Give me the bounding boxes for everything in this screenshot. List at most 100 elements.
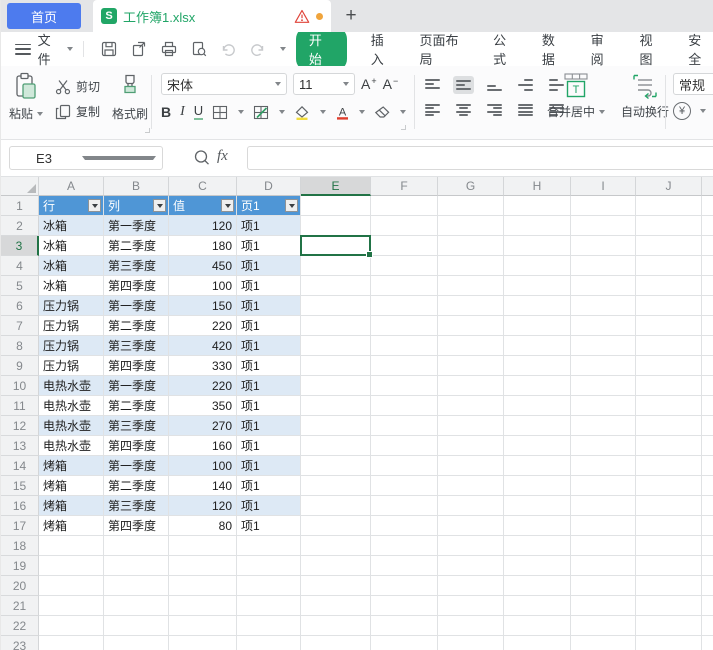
cell-G6[interactable] xyxy=(438,296,504,316)
hamburger-menu-icon[interactable] xyxy=(15,43,31,55)
cell-J16[interactable] xyxy=(636,496,702,516)
cell-H8[interactable] xyxy=(504,336,571,356)
cell-A12[interactable]: 电热水壶 xyxy=(39,416,104,436)
cell-E5[interactable] xyxy=(301,276,371,296)
cell-G3[interactable] xyxy=(438,236,504,256)
cell-H20[interactable] xyxy=(504,576,571,596)
cell-D17[interactable]: 项1 xyxy=(237,516,301,536)
row-header-11[interactable]: 11 xyxy=(1,396,39,416)
cell-E13[interactable] xyxy=(301,436,371,456)
paste-button[interactable]: 粘贴 xyxy=(9,72,44,122)
cell-I23[interactable] xyxy=(571,636,636,650)
magnifier-icon[interactable] xyxy=(193,149,211,167)
cell-E9[interactable] xyxy=(301,356,371,376)
formula-input[interactable] xyxy=(247,146,713,170)
filter-button-行[interactable] xyxy=(88,199,101,212)
cell-B21[interactable] xyxy=(104,596,169,616)
cell-B8[interactable]: 第三季度 xyxy=(104,336,169,356)
cell-I6[interactable] xyxy=(571,296,636,316)
column-header-I[interactable]: I xyxy=(571,177,636,196)
font-name-select[interactable]: 宋体 xyxy=(161,73,287,95)
cell-J15[interactable] xyxy=(636,476,702,496)
cell-B22[interactable] xyxy=(104,616,169,636)
cell-J11[interactable] xyxy=(636,396,702,416)
cell-G13[interactable] xyxy=(438,436,504,456)
cell-C9[interactable]: 330 xyxy=(169,356,237,376)
cell-E8[interactable] xyxy=(301,336,371,356)
cell-A22[interactable] xyxy=(39,616,104,636)
document-tab[interactable]: S 工作簿1.xlsx xyxy=(93,0,331,32)
quick-access-chevron-down-icon[interactable] xyxy=(279,47,286,51)
cell-F15[interactable] xyxy=(371,476,438,496)
row-header-6[interactable]: 6 xyxy=(1,296,39,316)
row-header-16[interactable]: 16 xyxy=(1,496,39,516)
number-format-select[interactable]: 常规 xyxy=(673,73,713,95)
cell-C7[interactable]: 220 xyxy=(169,316,237,336)
cell-C20[interactable] xyxy=(169,576,237,596)
row-header-20[interactable]: 20 xyxy=(1,576,39,596)
cell-F9[interactable] xyxy=(371,356,438,376)
cell-A13[interactable]: 电热水壶 xyxy=(39,436,104,456)
cell-J6[interactable] xyxy=(636,296,702,316)
cell-D1[interactable]: 页1 xyxy=(237,196,301,216)
cell-A6[interactable]: 压力锅 xyxy=(39,296,104,316)
redo-button[interactable] xyxy=(249,42,266,57)
save-button[interactable] xyxy=(100,40,118,58)
cell-D5[interactable]: 项1 xyxy=(237,276,301,296)
cell-I20[interactable] xyxy=(571,576,636,596)
cell-I3[interactable] xyxy=(571,236,636,256)
cell-D12[interactable]: 项1 xyxy=(237,416,301,436)
cell-G20[interactable] xyxy=(438,576,504,596)
cell-C3[interactable]: 180 xyxy=(169,236,237,256)
cell-F8[interactable] xyxy=(371,336,438,356)
row-header-8[interactable]: 8 xyxy=(1,336,39,356)
cell-J7[interactable] xyxy=(636,316,702,336)
cell-A7[interactable]: 压力锅 xyxy=(39,316,104,336)
cell-J14[interactable] xyxy=(636,456,702,476)
cell-J21[interactable] xyxy=(636,596,702,616)
cell-J23[interactable] xyxy=(636,636,702,650)
column-header-F[interactable]: F xyxy=(371,177,438,196)
cell-A21[interactable] xyxy=(39,596,104,616)
cell-I8[interactable] xyxy=(571,336,636,356)
cell-B3[interactable]: 第二季度 xyxy=(104,236,169,256)
cell-C19[interactable] xyxy=(169,556,237,576)
cell-D23[interactable] xyxy=(237,636,301,650)
cell-H22[interactable] xyxy=(504,616,571,636)
cell-I7[interactable] xyxy=(571,316,636,336)
cell-F3[interactable] xyxy=(371,236,438,256)
row-header-1[interactable]: 1 xyxy=(1,196,39,216)
cell-C21[interactable] xyxy=(169,596,237,616)
currency-format-button[interactable]: ¥ xyxy=(673,102,713,120)
column-header-J[interactable]: J xyxy=(636,177,702,196)
cell-B15[interactable]: 第二季度 xyxy=(104,476,169,496)
cell-D10[interactable]: 项1 xyxy=(237,376,301,396)
select-all-corner[interactable] xyxy=(1,177,39,196)
cell-A19[interactable] xyxy=(39,556,104,576)
cell-F11[interactable] xyxy=(371,396,438,416)
cell-J19[interactable] xyxy=(636,556,702,576)
cell-B18[interactable] xyxy=(104,536,169,556)
cell-B19[interactable] xyxy=(104,556,169,576)
cell-D21[interactable] xyxy=(237,596,301,616)
cell-H9[interactable] xyxy=(504,356,571,376)
cell-J18[interactable] xyxy=(636,536,702,556)
row-header-12[interactable]: 12 xyxy=(1,416,39,436)
cell-D20[interactable] xyxy=(237,576,301,596)
row-header-21[interactable]: 21 xyxy=(1,596,39,616)
clear-format-button[interactable] xyxy=(374,105,407,120)
cell-E20[interactable] xyxy=(301,576,371,596)
column-header-H[interactable]: H xyxy=(504,177,571,196)
column-header-E[interactable]: E xyxy=(301,177,371,196)
cell-F7[interactable] xyxy=(371,316,438,336)
cell-B9[interactable]: 第四季度 xyxy=(104,356,169,376)
cell-C22[interactable] xyxy=(169,616,237,636)
cell-E7[interactable] xyxy=(301,316,371,336)
row-header-23[interactable]: 23 xyxy=(1,636,39,650)
cell-B7[interactable]: 第二季度 xyxy=(104,316,169,336)
row-header-18[interactable]: 18 xyxy=(1,536,39,556)
cell-C8[interactable]: 420 xyxy=(169,336,237,356)
name-box[interactable]: E3 xyxy=(9,146,163,170)
cell-A4[interactable]: 冰箱 xyxy=(39,256,104,276)
cell-H1[interactable] xyxy=(504,196,571,216)
